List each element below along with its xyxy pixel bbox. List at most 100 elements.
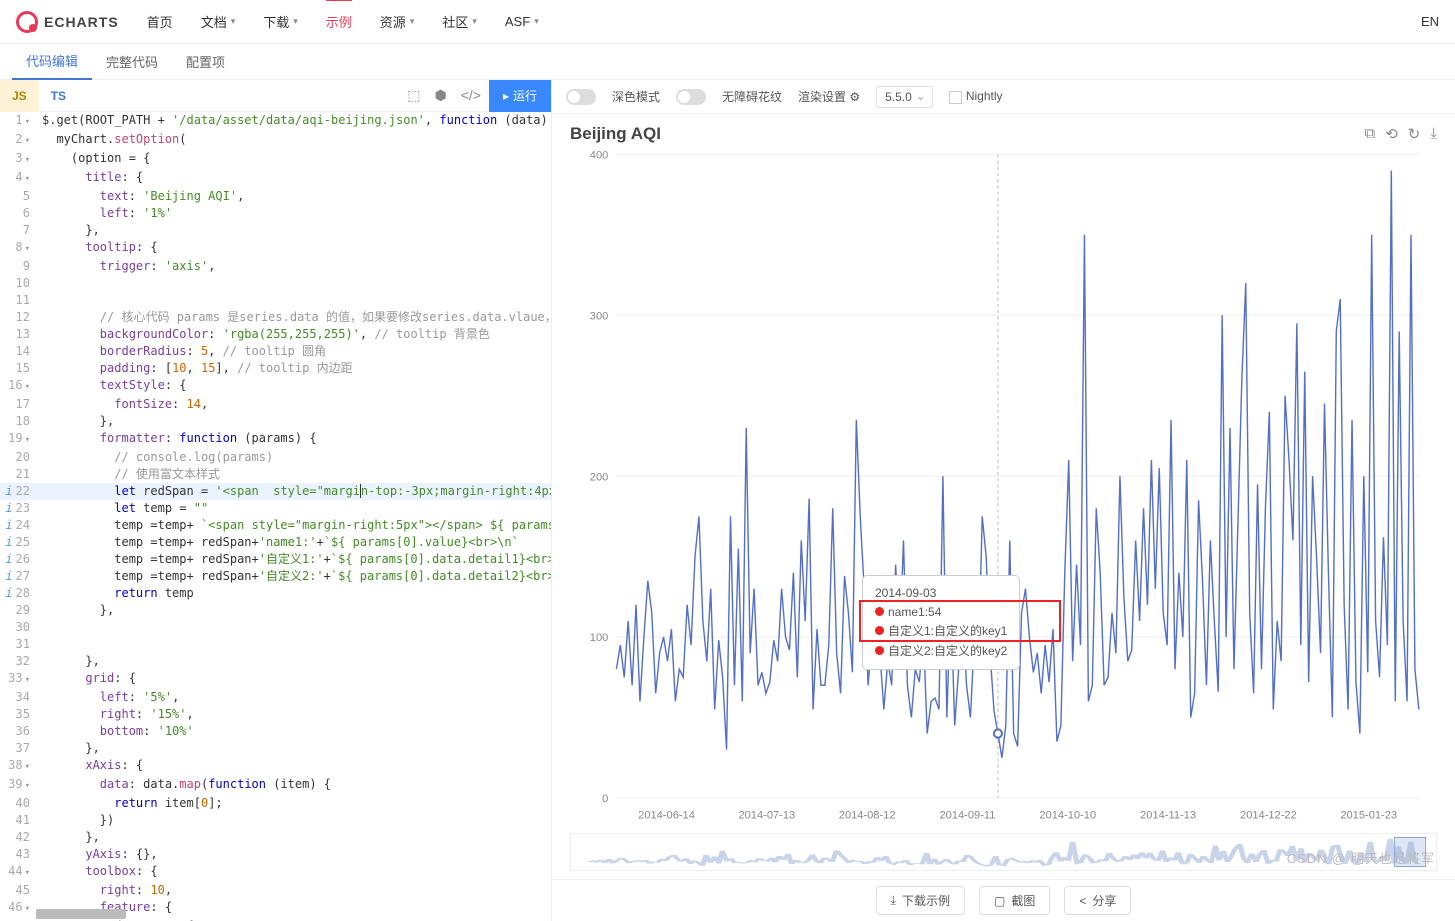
- code-line[interactable]: 8▾ tooltip: {: [0, 239, 551, 258]
- code-line[interactable]: 4▾ title: {: [0, 169, 551, 188]
- code-line[interactable]: 3▾ (option = {: [0, 150, 551, 169]
- code-line[interactable]: 20 // console.log(params): [0, 449, 551, 466]
- code-line[interactable]: 12 // 核心代码 params 是series.data 的值，如果要修改s…: [0, 309, 551, 326]
- box-icon[interactable]: ⬢: [434, 87, 446, 104]
- code-line[interactable]: 40 return item[0];: [0, 795, 551, 812]
- code-line[interactable]: 16▾ textStyle: {: [0, 377, 551, 396]
- code-line[interactable]: 36 bottom: '10%': [0, 723, 551, 740]
- render-settings[interactable]: 渲染设置 ⚙: [798, 88, 860, 105]
- code-line[interactable]: 38▾ xAxis: {: [0, 757, 551, 776]
- code-line[interactable]: 42 },: [0, 829, 551, 846]
- run-button[interactable]: ▸ 运行: [489, 80, 551, 112]
- code-line[interactable]: i23 let temp = "": [0, 500, 551, 517]
- code-line[interactable]: 9 trigger: 'axis',: [0, 258, 551, 275]
- code-line[interactable]: 21 // 使用富文本样式: [0, 466, 551, 483]
- line-chart[interactable]: 01002003004002014-06-142014-07-132014-08…: [570, 144, 1437, 829]
- zoom-icon[interactable]: ⧉: [1364, 125, 1375, 143]
- svg-text:2014-08-12: 2014-08-12: [839, 809, 896, 821]
- nav-items: 首页文档▾ 下载▾ 示例资源▾ 社区▾ ASF▾: [147, 0, 539, 44]
- svg-text:2014-06-14: 2014-06-14: [638, 809, 695, 821]
- code-line[interactable]: 10: [0, 275, 551, 292]
- camera-icon: ▢: [994, 894, 1005, 908]
- code-line[interactable]: i22 let redSpan = '<span style="margin-t…: [0, 483, 551, 500]
- code-line[interactable]: 43 yAxis: {},: [0, 846, 551, 863]
- code-line[interactable]: 37 },: [0, 740, 551, 757]
- code-line[interactable]: 45 right: 10,: [0, 882, 551, 899]
- svg-text:100: 100: [590, 632, 609, 644]
- version-select[interactable]: 5.5.0: [876, 86, 933, 108]
- lang-switch[interactable]: EN: [1421, 14, 1439, 29]
- code-line[interactable]: 11: [0, 292, 551, 309]
- code-line[interactable]: i25 temp =temp+ redSpan+'name1:'+`${ par…: [0, 534, 551, 551]
- chart-toolbox: ⧉ ⟲ ↻ ⤓: [1364, 125, 1437, 143]
- code-line[interactable]: 5 text: 'Beijing AQI',: [0, 188, 551, 205]
- datazoom-handle[interactable]: [1394, 837, 1426, 867]
- nav-item[interactable]: 首页: [147, 0, 173, 44]
- preview-pane: 深色模式 无障碍花纹 渲染设置 ⚙ 5.5.0 Nightly Beijing …: [552, 80, 1455, 921]
- nightly-check[interactable]: Nightly: [949, 89, 1003, 103]
- code-tag-icon[interactable]: </>: [461, 87, 481, 104]
- code-line[interactable]: i26 temp =temp+ redSpan+'自定义1:'+`${ para…: [0, 551, 551, 568]
- lang-tab-ts[interactable]: TS: [39, 80, 78, 112]
- code-line[interactable]: 17 fontSize: 14,: [0, 396, 551, 413]
- subtab[interactable]: 配置项: [172, 44, 239, 80]
- code-subtabs: 代码编辑完整代码配置项: [0, 44, 1455, 80]
- code-line[interactable]: 14 borderRadius: 5, // tooltip 圆角: [0, 343, 551, 360]
- code-line[interactable]: 32 },: [0, 653, 551, 670]
- code-line[interactable]: 30: [0, 619, 551, 636]
- download-button[interactable]: ⤓下载示例: [876, 886, 965, 915]
- top-nav: ECHARTS 首页文档▾ 下载▾ 示例资源▾ 社区▾ ASF▾ EN: [0, 0, 1455, 44]
- play-icon: ▸: [503, 89, 509, 103]
- code-line[interactable]: 1▾$.get(ROOT_PATH + '/data/asset/data/aq…: [0, 112, 551, 131]
- editor-pane: JS TS ⬚ ⬢ </> ▸ 运行 1▾$.get(ROOT_PATH + '…: [0, 80, 552, 921]
- code-line[interactable]: 18 },: [0, 413, 551, 430]
- svg-text:200: 200: [590, 471, 609, 483]
- nav-item[interactable]: 资源▾: [380, 0, 415, 44]
- svg-text:2014-10-10: 2014-10-10: [1039, 809, 1096, 821]
- svg-text:300: 300: [590, 310, 609, 322]
- code-line[interactable]: 35 right: '15%',: [0, 706, 551, 723]
- subtab[interactable]: 完整代码: [92, 44, 172, 80]
- nav-item[interactable]: ASF▾: [505, 0, 539, 44]
- logo-text: ECHARTS: [44, 14, 119, 30]
- lang-tab-js[interactable]: JS: [0, 80, 39, 112]
- code-line[interactable]: 15 padding: [10, 15], // tooltip 内边距: [0, 360, 551, 377]
- code-line[interactable]: 7 },: [0, 222, 551, 239]
- screenshot-button[interactable]: ▢截图: [979, 886, 1050, 915]
- code-line[interactable]: 19▾ formatter: function (params) {: [0, 430, 551, 449]
- pattern-toggle[interactable]: [676, 89, 706, 105]
- nav-item[interactable]: 社区▾: [442, 0, 477, 44]
- svg-text:2015-01-23: 2015-01-23: [1340, 809, 1397, 821]
- share-button[interactable]: <分享: [1064, 886, 1131, 915]
- code-line[interactable]: 39▾ data: data.map(function (item) {: [0, 776, 551, 795]
- code-line[interactable]: 34 left: '5%',: [0, 689, 551, 706]
- pattern-label: 无障碍花纹: [722, 88, 782, 105]
- code-line[interactable]: 33▾ grid: {: [0, 670, 551, 689]
- svg-text:2014-12-22: 2014-12-22: [1240, 809, 1297, 821]
- logo[interactable]: ECHARTS: [16, 11, 119, 33]
- code-line[interactable]: 2▾ myChart.setOption(: [0, 131, 551, 150]
- code-editor[interactable]: 1▾$.get(ROOT_PATH + '/data/asset/data/aq…: [0, 112, 551, 921]
- code-line[interactable]: 6 left: '1%': [0, 205, 551, 222]
- zoom-reset-icon[interactable]: ⟲: [1385, 125, 1398, 143]
- code-line[interactable]: 41 }): [0, 812, 551, 829]
- nav-item[interactable]: 文档▾: [201, 0, 236, 44]
- nav-item[interactable]: 下载▾: [263, 0, 298, 44]
- code-line[interactable]: 29 },: [0, 602, 551, 619]
- code-line[interactable]: 31: [0, 636, 551, 653]
- code-line[interactable]: i28 return temp: [0, 585, 551, 602]
- subtab[interactable]: 代码编辑: [12, 44, 92, 80]
- code-line[interactable]: i24 temp =temp+ `<span style="margin-rig…: [0, 517, 551, 534]
- code-line[interactable]: i27 temp =temp+ redSpan+'自定义2:'+`${ para…: [0, 568, 551, 585]
- h-scroll-thumb[interactable]: [36, 909, 126, 919]
- nav-item[interactable]: 示例: [326, 0, 352, 43]
- dark-mode-toggle[interactable]: [566, 89, 596, 105]
- svg-text:2014-11-13: 2014-11-13: [1140, 809, 1196, 821]
- datazoom-slider[interactable]: [570, 833, 1437, 871]
- save-icon[interactable]: ⤓: [1430, 125, 1437, 143]
- chart-container: Beijing AQI ⧉ ⟲ ↻ ⤓ 01002003004002014-06…: [552, 114, 1455, 879]
- code-line[interactable]: 44▾ toolbox: {: [0, 863, 551, 882]
- cube-icon[interactable]: ⬚: [407, 87, 420, 104]
- restore-icon[interactable]: ↻: [1408, 125, 1421, 143]
- code-line[interactable]: 13 backgroundColor: 'rgba(255,255,255)',…: [0, 326, 551, 343]
